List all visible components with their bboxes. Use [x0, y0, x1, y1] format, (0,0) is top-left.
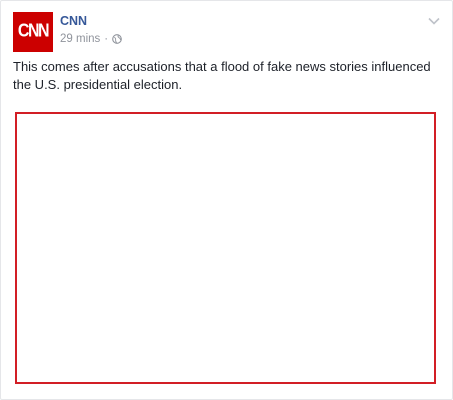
- globe-icon: [112, 34, 122, 44]
- post-card: CNN CNN 29 mins · This comes after accus…: [0, 0, 453, 400]
- post-menu-button[interactable]: [427, 13, 441, 25]
- timestamp-link[interactable]: 29 mins: [60, 33, 100, 45]
- post-body-text: This comes after accusations that a floo…: [13, 59, 431, 92]
- chevron-down-icon: [428, 17, 440, 25]
- page-name-link[interactable]: CNN: [60, 14, 87, 28]
- page-avatar[interactable]: CNN: [13, 12, 53, 52]
- meta-separator: ·: [104, 33, 109, 45]
- post-media-frame[interactable]: [15, 112, 436, 384]
- post-meta: 29 mins ·: [60, 33, 122, 45]
- cnn-logo: CNN: [17, 21, 50, 42]
